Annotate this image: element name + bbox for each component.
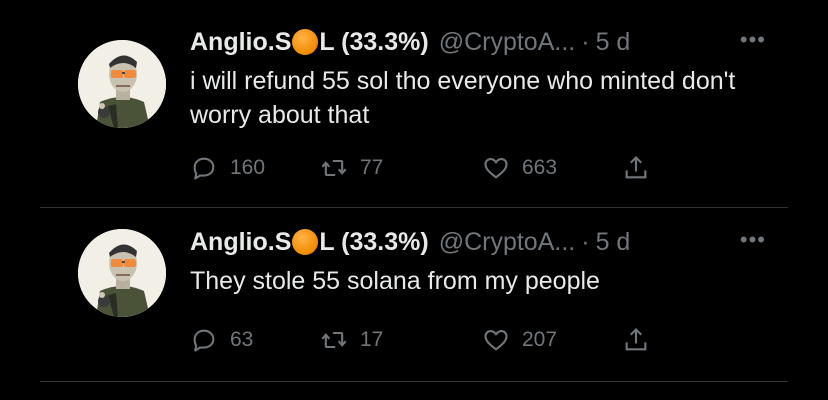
avatar[interactable] [78,40,166,128]
heart-icon [484,329,508,351]
reply-count: 63 [230,328,254,351]
display-name-prefix: Anglio.S [190,227,292,256]
tweet-divider [40,381,788,382]
retweet-icon [321,159,347,177]
display-name-suffix: L (33.3%) [319,227,429,256]
reply-button[interactable]: 160 [190,152,265,184]
tweet-actions: 63 17 207 [190,324,670,356]
retweet-icon [321,331,347,349]
tweet-actions: 160 77 663 [190,152,670,184]
like-count: 207 [522,328,558,351]
retweet-count: 77 [360,156,384,179]
orange-circle-emoji-icon [292,29,319,55]
display-name[interactable]: Anglio.S L (33.3%) [190,228,429,257]
heart-icon [484,157,508,179]
share-icon [625,328,647,351]
tweet-text: They stole 55 solana from my people [190,267,600,295]
tweet-text: i will refund 55 sol tho everyone who mi… [190,67,736,129]
tweet-header: Anglio.S L (33.3%) @CryptoA... · 5 d [190,26,630,58]
reply-icon [193,329,215,352]
share-button[interactable] [622,324,650,356]
more-options-icon[interactable]: ••• [740,24,766,56]
avatar-image [78,40,166,128]
like-count: 663 [522,156,558,179]
retweet-button[interactable]: 17 [320,324,383,356]
timestamp[interactable]: 5 d [596,228,631,257]
reply-icon [193,157,215,180]
tweet-header: Anglio.S L (33.3%) @CryptoA... · 5 d [190,226,630,258]
timestamp[interactable]: 5 d [596,28,631,57]
display-name[interactable]: Anglio.S L (33.3%) [190,28,429,57]
like-button[interactable]: 663 [482,152,557,184]
retweet-button[interactable]: 77 [320,152,383,184]
tweet-1[interactable]: Anglio.S L (33.3%) @CryptoA... · 5 d •••… [0,0,828,190]
user-handle[interactable]: @CryptoA... [439,28,576,57]
share-icon [625,156,647,179]
like-button[interactable]: 207 [482,324,557,356]
orange-circle-emoji-icon [292,229,319,255]
user-handle[interactable]: @CryptoA... [439,228,576,257]
reply-count: 160 [230,156,266,179]
avatar-image [78,229,166,317]
display-name-prefix: Anglio.S [190,27,292,56]
separator-dot: · [581,227,590,256]
share-button[interactable] [622,152,650,184]
separator-dot: · [581,27,590,56]
avatar[interactable] [78,229,166,317]
tweet-2[interactable]: Anglio.S L (33.3%) @CryptoA... · 5 d •••… [0,208,828,380]
reply-button[interactable]: 63 [190,324,253,356]
display-name-suffix: L (33.3%) [319,27,429,56]
retweet-count: 17 [360,328,384,351]
more-options-icon[interactable]: ••• [740,224,766,256]
